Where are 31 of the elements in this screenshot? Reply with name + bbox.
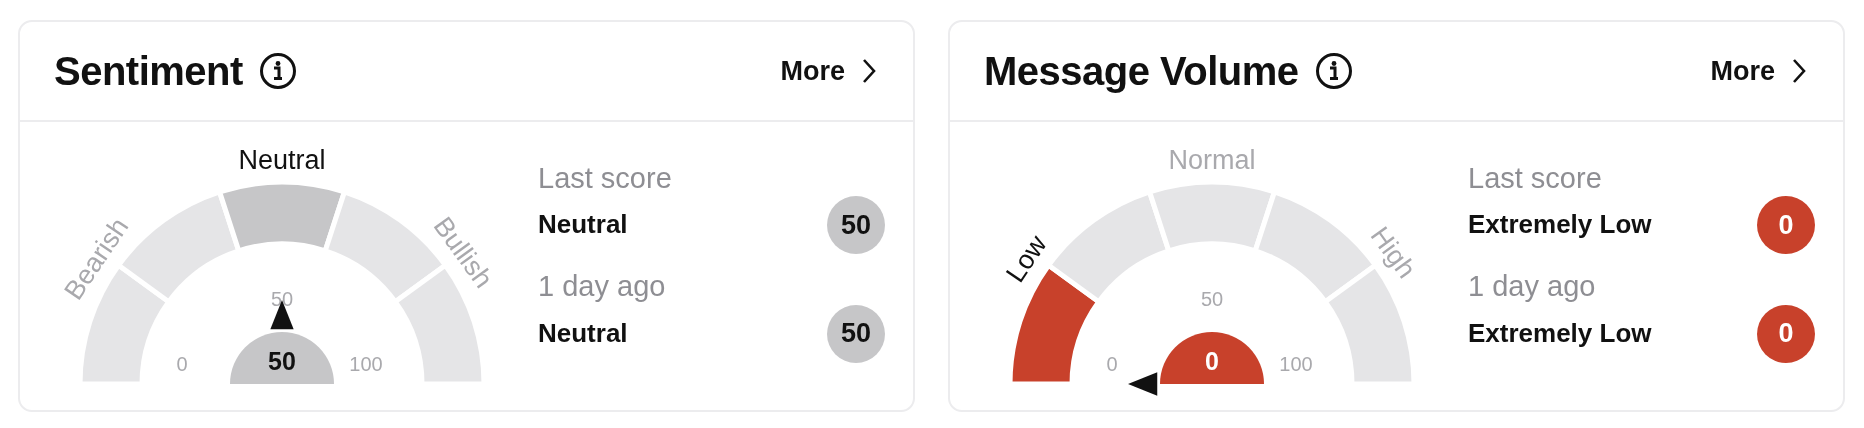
- score-badge: 0: [1757, 304, 1815, 363]
- chevron-right-icon: [1791, 57, 1807, 85]
- score-value: Neutral: [538, 316, 628, 350]
- score-label: 1 day ago: [1468, 269, 1597, 305]
- chevron-right-icon: [861, 57, 877, 85]
- gauge-value: 0: [1205, 347, 1219, 375]
- tick-label: 100: [1279, 353, 1313, 375]
- more-link[interactable]: More: [1710, 50, 1807, 92]
- card-title: Message Volume: [984, 48, 1299, 95]
- gauge-zone-label: Neutral: [238, 145, 326, 175]
- needle-icon: [1128, 372, 1158, 396]
- more-link[interactable]: More: [780, 50, 877, 92]
- tick-label: 50: [1200, 288, 1224, 310]
- score-value: Neutral: [538, 208, 628, 242]
- tick-label: 0: [1106, 353, 1118, 375]
- card-title: Sentiment: [54, 48, 243, 95]
- info-icon[interactable]: [1314, 52, 1353, 90]
- info-icon[interactable]: [258, 52, 297, 90]
- gauge-zone-label: Normal: [1168, 145, 1256, 175]
- score-label: 1 day ago: [538, 269, 667, 305]
- tick-label: 100: [349, 353, 383, 375]
- score-badge: 0: [1757, 196, 1815, 255]
- tick-label: 0: [176, 353, 188, 375]
- score-label: Last score: [538, 161, 673, 196]
- tick-label: 50: [270, 288, 294, 310]
- score-badge: 50: [827, 196, 885, 255]
- score-badge: 50: [827, 304, 885, 363]
- score-label: Last score: [1468, 161, 1603, 196]
- score-value: Extremely Low: [1468, 208, 1652, 242]
- gauge-value: 50: [268, 347, 296, 375]
- score-value: Extremely Low: [1468, 316, 1652, 350]
